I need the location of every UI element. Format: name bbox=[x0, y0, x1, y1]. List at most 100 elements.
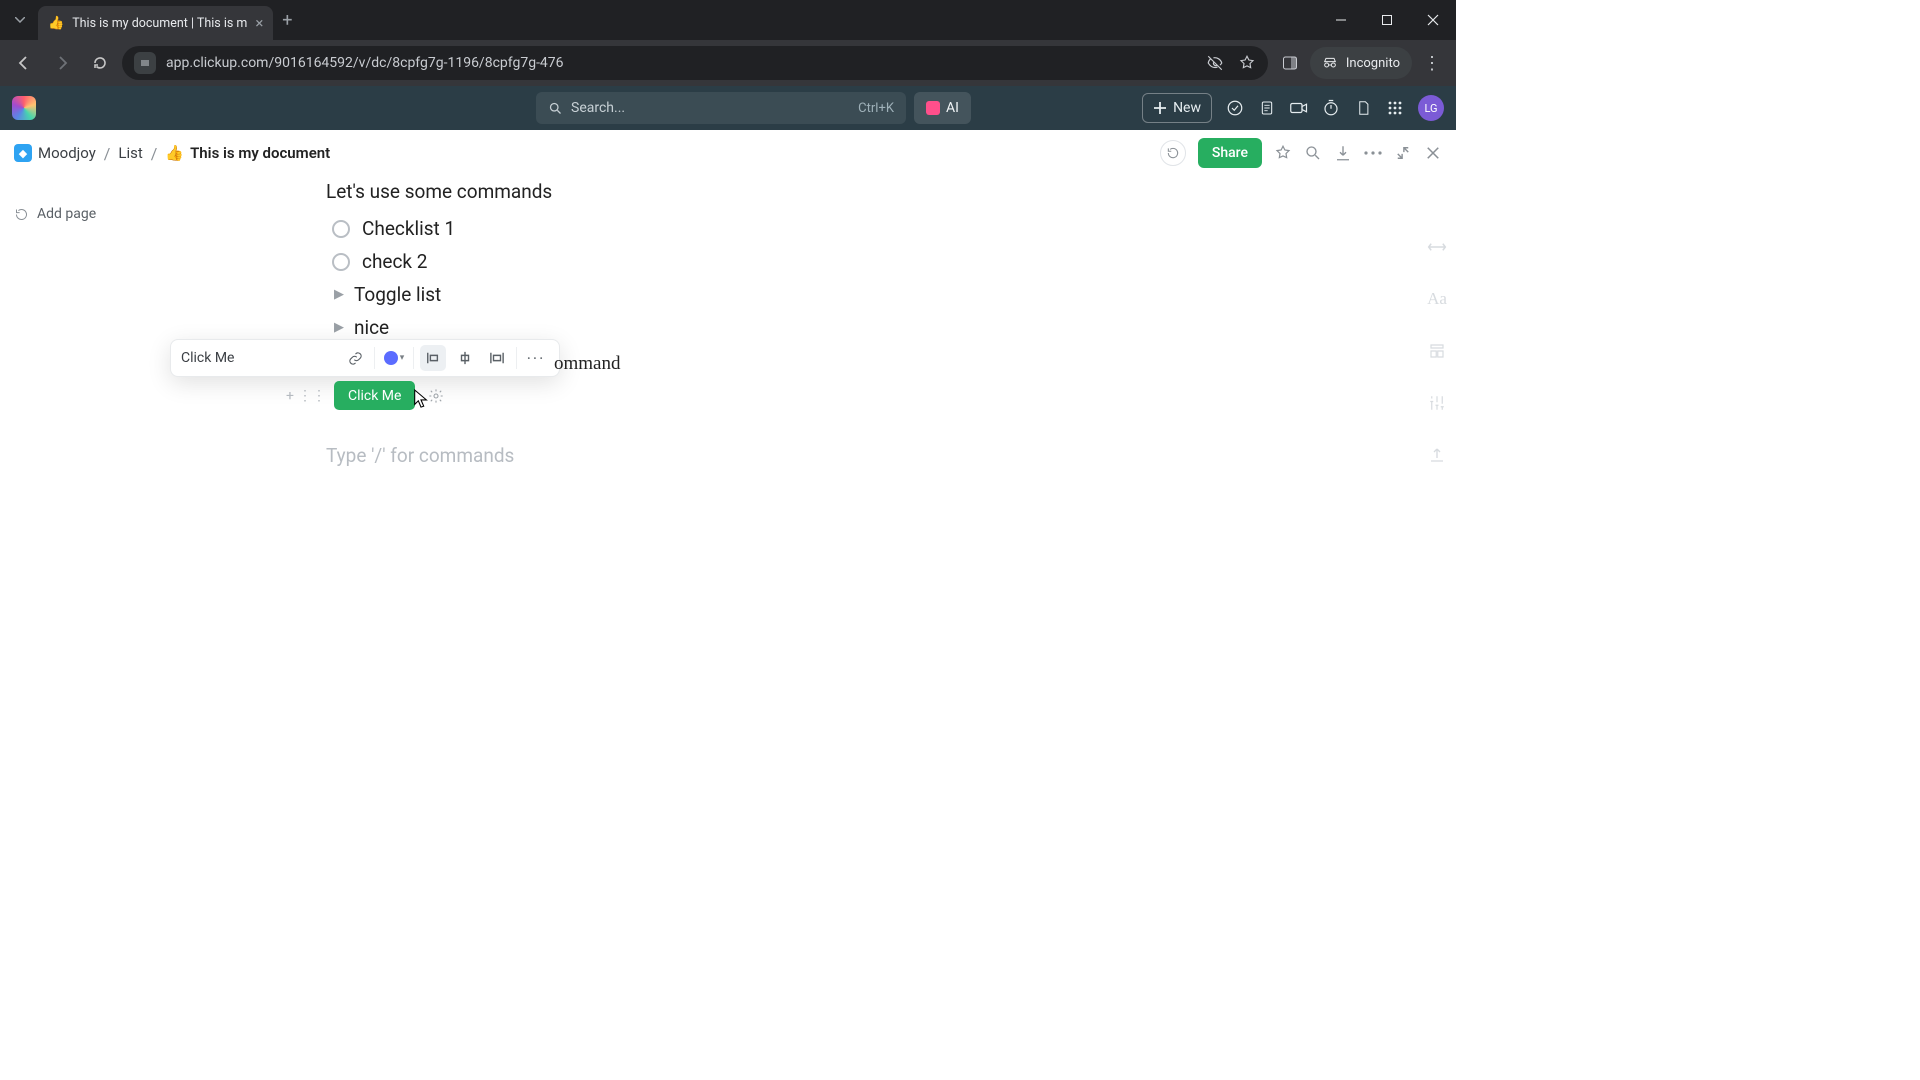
doc-emoji-icon: 👍 bbox=[165, 144, 184, 162]
checkbox-icon[interactable] bbox=[332, 253, 350, 271]
window-close-icon[interactable] bbox=[1410, 0, 1456, 40]
color-picker[interactable]: ▾ bbox=[381, 345, 407, 371]
link-icon[interactable] bbox=[342, 345, 368, 371]
new-button[interactable]: New bbox=[1142, 93, 1212, 123]
align-left-icon[interactable] bbox=[420, 345, 446, 371]
breadcrumb-list[interactable]: List bbox=[118, 144, 142, 162]
caret-right-icon[interactable]: ▶ bbox=[334, 320, 344, 335]
incognito-icon bbox=[1322, 55, 1338, 71]
add-block-icon[interactable]: + bbox=[286, 388, 294, 404]
breadcrumb-workspace[interactable]: ◆ Moodjoy bbox=[14, 144, 96, 162]
checklist-text[interactable]: check 2 bbox=[362, 250, 427, 273]
ai-button[interactable]: AI bbox=[914, 92, 971, 124]
separator bbox=[413, 347, 414, 369]
notepad-icon[interactable] bbox=[1258, 99, 1276, 117]
typography-icon[interactable]: Aa bbox=[1426, 288, 1448, 310]
bookmark-star-icon[interactable] bbox=[1238, 54, 1256, 72]
tabs-area: 👍 This is my document | This is m × + bbox=[0, 0, 1318, 40]
checkbox-icon[interactable] bbox=[332, 220, 350, 238]
side-panel-icon[interactable] bbox=[1274, 47, 1306, 79]
doc-body[interactable]: Let's use some commands Checklist 1 chec… bbox=[326, 176, 1146, 349]
templates-icon[interactable] bbox=[1426, 340, 1448, 362]
incognito-chip[interactable]: Incognito bbox=[1310, 47, 1412, 79]
checklist-item[interactable]: Checklist 1 bbox=[332, 217, 1146, 240]
editor-placeholder[interactable]: Type '/' for commands bbox=[326, 444, 514, 467]
url-bar[interactable]: app.clickup.com/9016164592/v/dc/8cpfg7g-… bbox=[122, 46, 1268, 80]
obscured-text: ommand bbox=[554, 353, 621, 375]
doc-heading[interactable]: Let's use some commands bbox=[326, 180, 1146, 203]
share-button[interactable]: Share bbox=[1198, 138, 1262, 168]
breadcrumb-sep: / bbox=[151, 144, 158, 163]
button-label-input[interactable]: Click Me bbox=[181, 350, 336, 366]
doc-header-right: Share bbox=[1160, 138, 1442, 168]
checklist-item[interactable]: check 2 bbox=[332, 250, 1146, 273]
more-options-icon[interactable]: ··· bbox=[523, 345, 549, 371]
add-page-label: Add page bbox=[37, 206, 96, 222]
export-rail-icon[interactable] bbox=[1426, 444, 1448, 466]
add-page-button[interactable]: Add page bbox=[14, 206, 180, 222]
check-circle-icon[interactable] bbox=[1226, 99, 1244, 117]
chrome-menu-icon[interactable]: ⋮ bbox=[1416, 53, 1448, 74]
ai-icon bbox=[926, 101, 940, 115]
history-icon[interactable] bbox=[1160, 140, 1186, 166]
eye-off-icon[interactable] bbox=[1206, 54, 1224, 72]
docs-icon[interactable] bbox=[1354, 99, 1372, 117]
download-icon[interactable] bbox=[1334, 144, 1352, 162]
width-toggle-icon[interactable] bbox=[1426, 236, 1448, 258]
gear-icon[interactable] bbox=[427, 387, 445, 405]
breadcrumb-doc[interactable]: 👍 This is my document bbox=[165, 144, 330, 162]
workspace-name: Moodjoy bbox=[38, 144, 96, 162]
search-shortcut: Ctrl+K bbox=[858, 101, 894, 116]
toggle-text[interactable]: nice bbox=[354, 316, 389, 339]
global-search[interactable]: Search... Ctrl+K bbox=[536, 92, 906, 124]
search-placeholder: Search... bbox=[571, 100, 625, 116]
close-doc-icon[interactable] bbox=[1424, 144, 1442, 162]
toggle-text[interactable]: Toggle list bbox=[354, 283, 441, 306]
url-text: app.clickup.com/9016164592/v/dc/8cpfg7g-… bbox=[166, 55, 1196, 71]
plus-icon bbox=[1153, 101, 1167, 115]
nav-back-icon[interactable] bbox=[8, 47, 40, 79]
collapse-icon[interactable] bbox=[1394, 144, 1412, 162]
site-info-icon[interactable] bbox=[134, 52, 156, 74]
doc-right-rail: Aa bbox=[1426, 236, 1448, 466]
browser-tab[interactable]: 👍 This is my document | This is m × bbox=[38, 6, 273, 40]
window-controls bbox=[1318, 0, 1456, 40]
button-config-toolbar: Click Me ▾ ··· bbox=[170, 339, 560, 377]
record-icon[interactable] bbox=[1290, 99, 1308, 117]
separator bbox=[516, 347, 517, 369]
settings-rail-icon[interactable] bbox=[1426, 392, 1448, 414]
button-block: + ⋮⋮ Click Me bbox=[286, 381, 445, 410]
new-tab-button[interactable]: + bbox=[273, 10, 301, 31]
avatar-initials: LG bbox=[1424, 102, 1437, 115]
nav-forward-icon[interactable] bbox=[46, 47, 78, 79]
align-center-icon[interactable] bbox=[452, 345, 478, 371]
toggle-item[interactable]: ▶ Toggle list bbox=[334, 283, 1146, 306]
search-wrap: Search... Ctrl+K AI bbox=[536, 92, 971, 124]
timer-icon[interactable] bbox=[1322, 99, 1340, 117]
chevron-down-icon: ▾ bbox=[400, 353, 405, 363]
ai-label: AI bbox=[946, 100, 959, 116]
align-stretch-icon[interactable] bbox=[484, 345, 510, 371]
apps-grid-icon[interactable] bbox=[1386, 99, 1404, 117]
tab-title: This is my document | This is m bbox=[72, 16, 247, 31]
window-maximize-icon[interactable] bbox=[1364, 0, 1410, 40]
clickup-logo-icon[interactable] bbox=[12, 96, 36, 120]
tab-search-dropdown[interactable] bbox=[6, 6, 34, 34]
browser-titlebar: 👍 This is my document | This is m × + bbox=[0, 0, 1456, 40]
window-minimize-icon[interactable] bbox=[1318, 0, 1364, 40]
doc-button[interactable]: Click Me bbox=[334, 381, 415, 410]
checklist-text[interactable]: Checklist 1 bbox=[362, 217, 455, 240]
tab-favicon: 👍 bbox=[48, 16, 64, 31]
doc-search-icon[interactable] bbox=[1304, 144, 1322, 162]
doc-surface: Add page Let's use some commands Checkli… bbox=[0, 176, 1456, 816]
caret-right-icon[interactable]: ▶ bbox=[334, 287, 344, 302]
favorite-star-icon[interactable] bbox=[1274, 144, 1292, 162]
url-right-icons bbox=[1206, 54, 1256, 72]
toggle-item[interactable]: ▶ nice bbox=[334, 316, 1146, 339]
block-handles: + ⋮⋮ bbox=[286, 388, 326, 404]
tab-close-icon[interactable]: × bbox=[255, 14, 263, 32]
nav-reload-icon[interactable] bbox=[84, 47, 116, 79]
more-menu-icon[interactable] bbox=[1364, 144, 1382, 162]
drag-handle-icon[interactable]: ⋮⋮ bbox=[298, 388, 326, 404]
user-avatar[interactable]: LG bbox=[1418, 95, 1444, 121]
